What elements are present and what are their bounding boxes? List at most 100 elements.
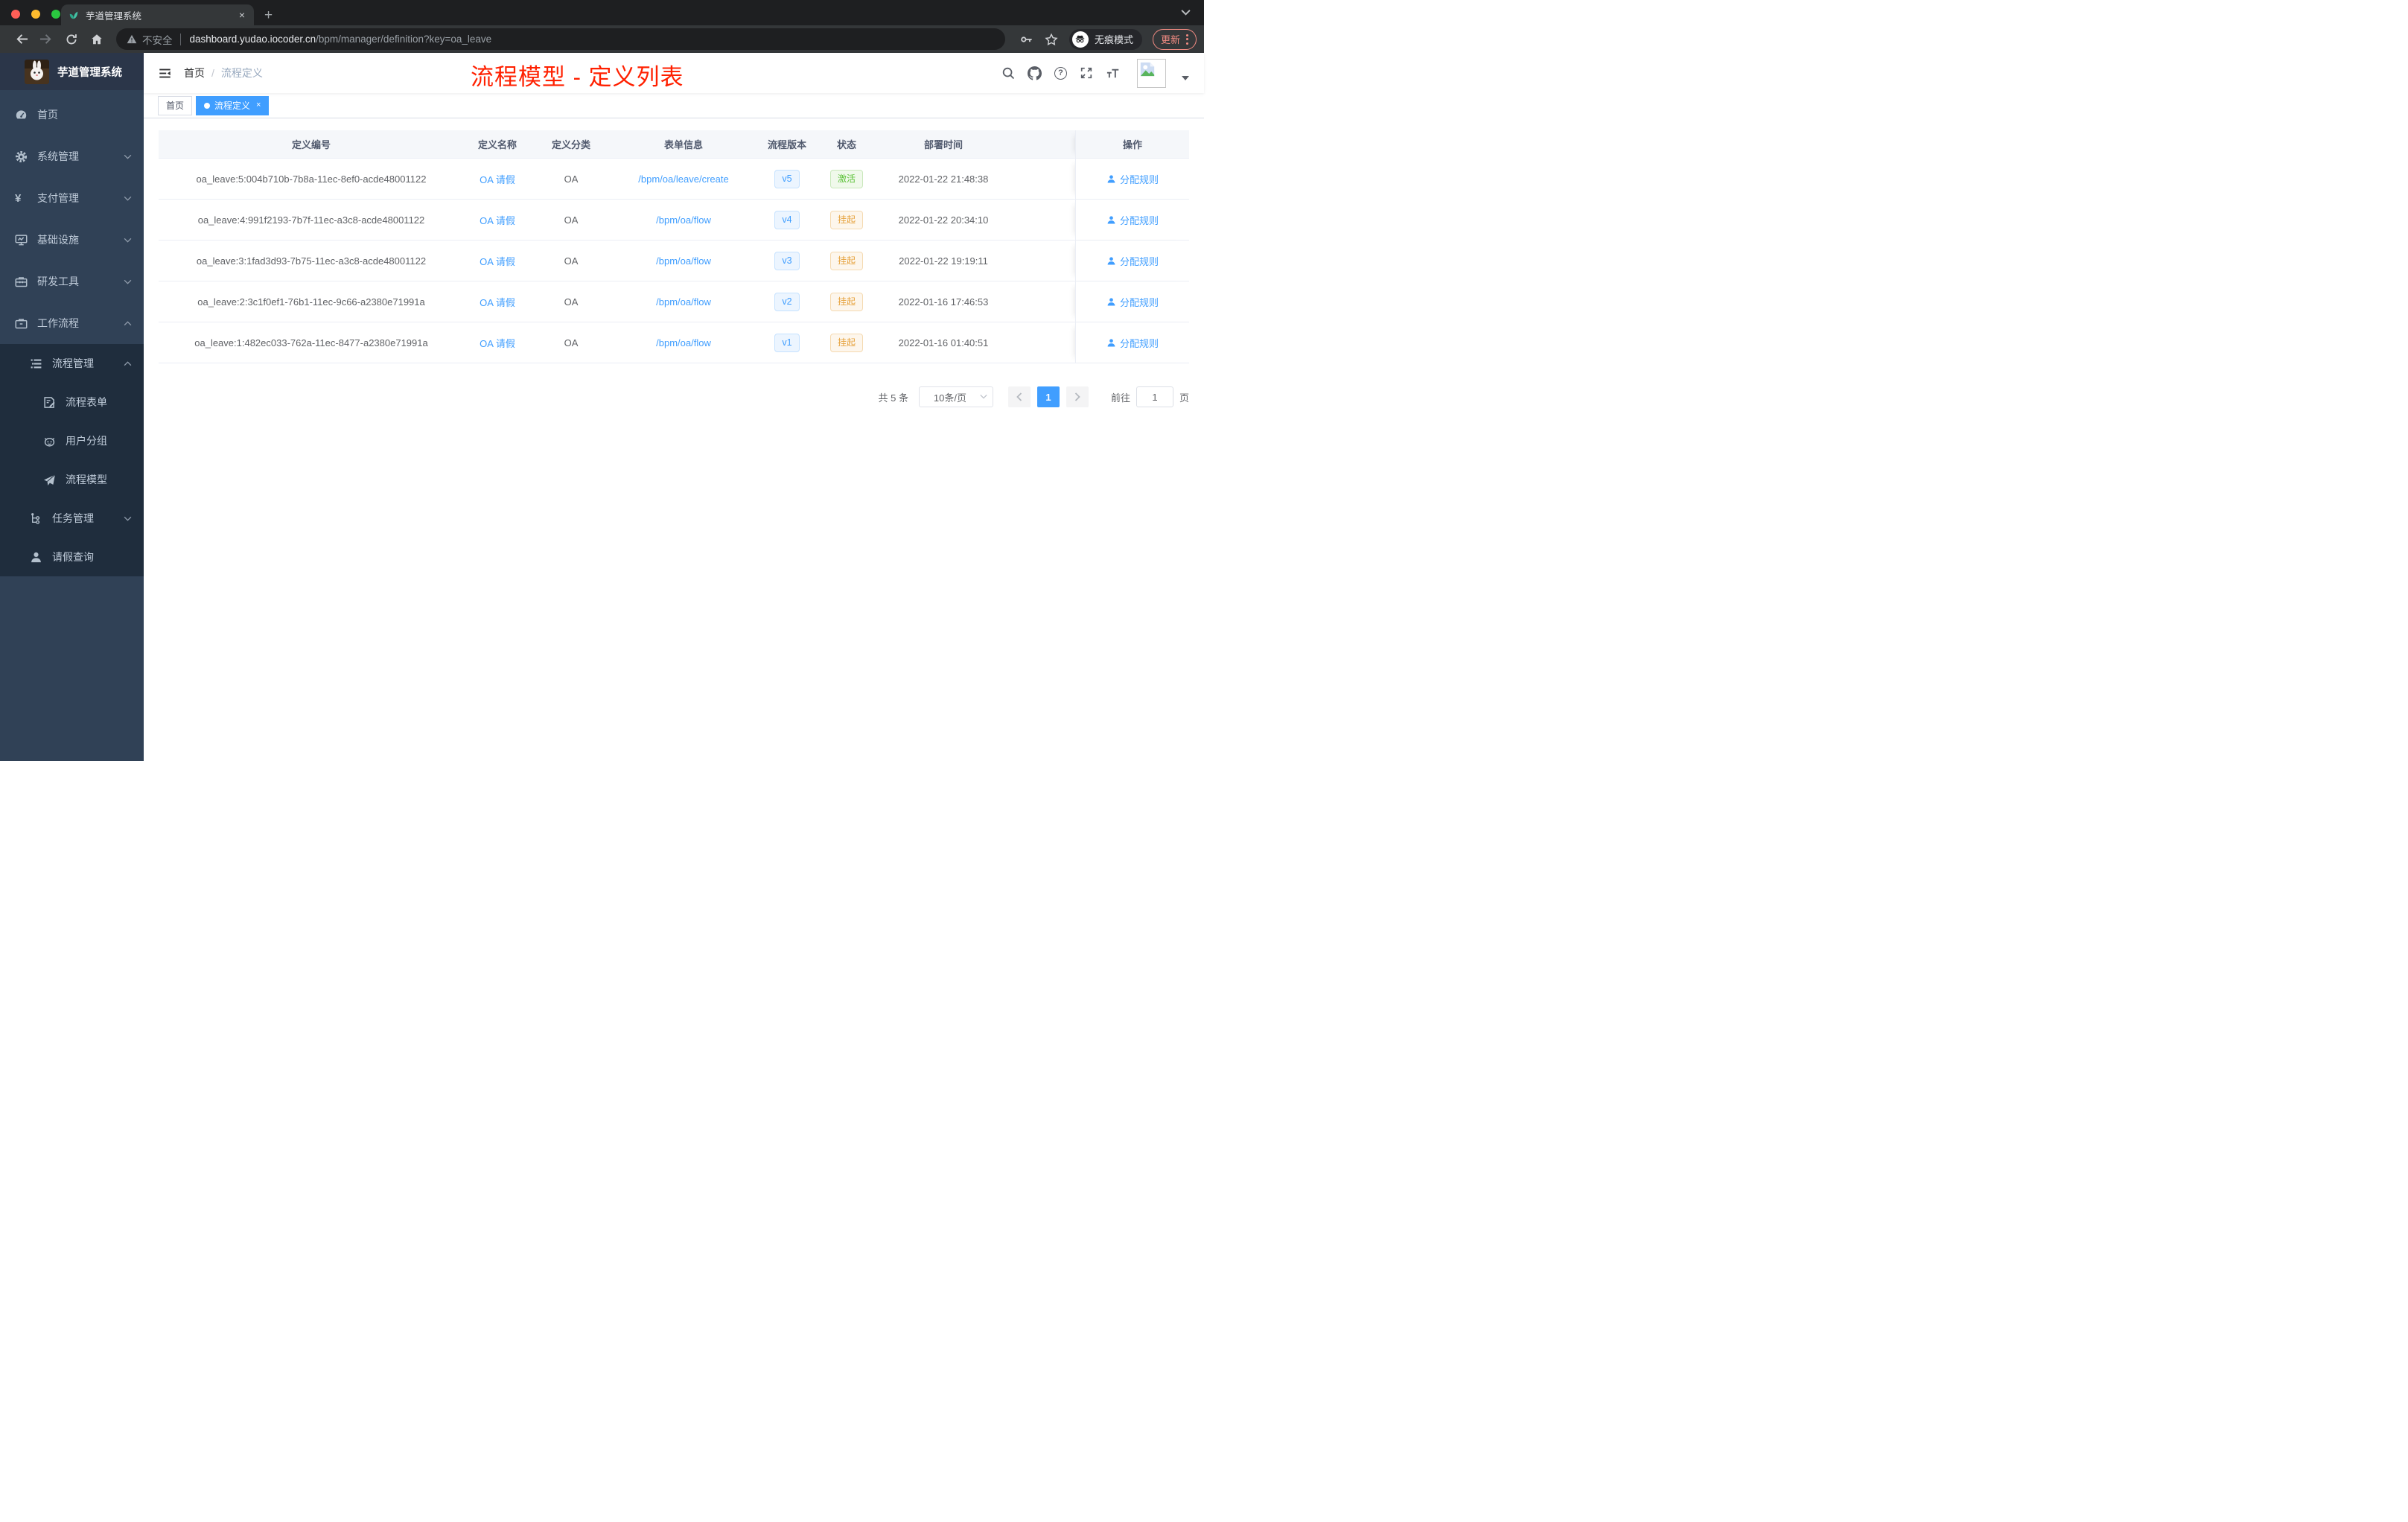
sidebar-item-dev-tools[interactable]: 研发工具 xyxy=(0,261,144,302)
window-minimize-button[interactable] xyxy=(31,10,40,19)
tag-process-definition[interactable]: 流程定义 × xyxy=(196,95,270,115)
page-content: 定义编号 定义名称 定义分类 表单信息 流程版本 状态 部署时间 操作 oa_l… xyxy=(144,118,1204,407)
new-tab-button[interactable]: + xyxy=(264,8,273,22)
sidebar-item-label: 流程模型 xyxy=(66,474,107,485)
user-icon xyxy=(30,551,42,564)
form-link[interactable]: /bpm/oa/flow xyxy=(656,255,711,267)
sidebar-item-task-management[interactable]: 任务管理 xyxy=(0,499,144,538)
cell-deploy-time: 2022-01-16 17:46:53 xyxy=(898,296,989,308)
assign-rule-button[interactable]: 分配规则 xyxy=(1106,254,1159,268)
cell-deploy-time: 2022-01-22 21:48:38 xyxy=(898,173,989,185)
sidebar-toggle-icon[interactable] xyxy=(159,67,171,80)
chevron-down-icon xyxy=(124,516,132,521)
column-header: 定义编号 xyxy=(291,139,331,150)
cell-category: OA xyxy=(564,214,579,226)
definition-name-link[interactable]: OA 请假 xyxy=(480,295,515,309)
url-bar[interactable]: 不安全 dashboard.yudao.iocoder.cn/bpm/manag… xyxy=(116,28,1005,50)
form-link[interactable]: /bpm/oa/leave/create xyxy=(638,173,728,185)
definition-name-link[interactable]: OA 请假 xyxy=(480,213,515,227)
window-zoom-button[interactable] xyxy=(51,10,60,19)
sidebar-item-payment[interactable]: ¥ 支付管理 xyxy=(0,177,144,219)
forward-icon[interactable] xyxy=(36,29,57,50)
sidebar-item-label: 工作流程 xyxy=(37,317,79,329)
cell-category: OA xyxy=(564,296,579,308)
breadcrumb-home[interactable]: 首页 xyxy=(184,66,205,80)
form-link[interactable]: /bpm/oa/flow xyxy=(656,214,711,226)
sidebar-item-process-model[interactable]: 流程模型 xyxy=(0,460,144,499)
cell-deploy-time: 2022-01-16 01:40:51 xyxy=(898,337,989,348)
sidebar-item-home[interactable]: 首页 xyxy=(0,94,144,136)
incognito-icon xyxy=(1071,31,1089,48)
goto-page-input[interactable] xyxy=(1135,386,1173,407)
security-label[interactable]: 不安全 xyxy=(142,32,173,47)
workflow-submenu: 流程管理 流程表单 用户分组 流程模型 任务管理 请假查询 xyxy=(0,344,144,576)
prev-page-button[interactable] xyxy=(1007,386,1031,407)
password-key-icon[interactable] xyxy=(1016,29,1036,50)
tag-close-icon[interactable]: × xyxy=(256,101,261,109)
user-icon xyxy=(1107,338,1115,347)
definition-name-link[interactable]: OA 请假 xyxy=(480,172,515,186)
main-content: 流程模型 - 定义列表 首页 / 流程定义 ? 首页 流程定义 × 定义编号 定… xyxy=(144,53,1204,761)
tag-home[interactable]: 首页 xyxy=(158,95,193,115)
window-controls[interactable] xyxy=(11,10,60,19)
current-page-button[interactable]: 1 xyxy=(1036,386,1060,407)
form-link[interactable]: /bpm/oa/flow xyxy=(656,337,711,348)
user-icon xyxy=(1107,174,1115,183)
cell-definition-id: oa_leave:1:482ec033-762a-11ec-8477-a2380… xyxy=(194,337,428,348)
assign-rule-button[interactable]: 分配规则 xyxy=(1106,295,1159,309)
github-icon[interactable] xyxy=(1028,66,1042,80)
next-page-button[interactable] xyxy=(1066,386,1089,407)
status-badge: 挂起 xyxy=(829,333,863,352)
definition-name-link[interactable]: OA 请假 xyxy=(480,336,515,350)
help-icon[interactable]: ? xyxy=(1054,66,1067,80)
sidebar-item-user-group[interactable]: 用户分组 xyxy=(0,421,144,460)
sidebar-item-process-management[interactable]: 流程管理 xyxy=(0,344,144,383)
bookmark-star-icon[interactable] xyxy=(1041,29,1062,50)
version-badge: v3 xyxy=(774,251,800,270)
browser-update-button[interactable]: 更新 xyxy=(1152,28,1197,50)
robot-face-icon xyxy=(43,435,56,448)
search-icon[interactable] xyxy=(1001,66,1015,80)
page-size-select[interactable]: 10条/页 xyxy=(918,386,993,407)
gear-icon xyxy=(15,150,28,163)
sidebar-item-process-form[interactable]: 流程表单 xyxy=(0,383,144,421)
update-label: 更新 xyxy=(1160,34,1180,45)
sidebar-item-system[interactable]: 系统管理 xyxy=(0,136,144,177)
assign-rule-button[interactable]: 分配规则 xyxy=(1106,213,1159,227)
logo-image xyxy=(25,59,49,84)
cell-definition-id: oa_leave:4:991f2193-7b7f-11ec-a3c8-acde4… xyxy=(197,214,425,226)
window-close-button[interactable] xyxy=(11,10,20,19)
browser-menu-icon[interactable] xyxy=(1186,34,1188,45)
user-menu-caret-icon[interactable] xyxy=(1182,76,1189,80)
home-icon[interactable] xyxy=(86,29,107,50)
sidebar-item-label: 请假查询 xyxy=(52,551,94,563)
chevron-down-icon xyxy=(124,196,132,201)
reload-icon[interactable] xyxy=(61,29,82,50)
pagination-total: 共 5 条 xyxy=(878,392,908,404)
sidebar-item-workflow[interactable]: 工作流程 xyxy=(0,302,144,344)
sidebar-item-leave-query[interactable]: 请假查询 xyxy=(0,538,144,576)
back-icon[interactable] xyxy=(10,29,31,50)
cell-deploy-time: 2022-01-22 19:19:11 xyxy=(899,255,988,267)
font-size-icon[interactable] xyxy=(1106,66,1120,80)
version-badge: v4 xyxy=(774,210,800,229)
assign-rule-button[interactable]: 分配规则 xyxy=(1106,336,1159,350)
tab-close-icon[interactable]: × xyxy=(238,10,246,20)
browser-tab[interactable]: 芋道管理系统 × xyxy=(61,4,254,25)
table-header-row: 定义编号 定义名称 定义分类 表单信息 流程版本 状态 部署时间 操作 xyxy=(159,130,1189,159)
browser-tabstrip: 芋道管理系统 × + xyxy=(0,0,1204,25)
avatar[interactable] xyxy=(1137,58,1166,88)
sidebar-item-infrastructure[interactable]: 基础设施 xyxy=(0,219,144,261)
sidebar-item-label: 任务管理 xyxy=(52,512,94,524)
app-logo: 芋道管理系统 xyxy=(0,53,144,90)
status-badge: 挂起 xyxy=(829,210,863,229)
cell-category: OA xyxy=(564,255,579,267)
version-badge: v5 xyxy=(774,169,800,188)
fullscreen-icon[interactable] xyxy=(1080,66,1093,80)
tab-title: 芋道管理系统 xyxy=(86,10,142,22)
form-link[interactable]: /bpm/oa/flow xyxy=(656,296,711,308)
app-title: 芋道管理系统 xyxy=(57,66,122,79)
definition-name-link[interactable]: OA 请假 xyxy=(480,254,515,268)
tab-search-icon[interactable] xyxy=(1181,9,1191,16)
assign-rule-button[interactable]: 分配规则 xyxy=(1106,172,1159,186)
